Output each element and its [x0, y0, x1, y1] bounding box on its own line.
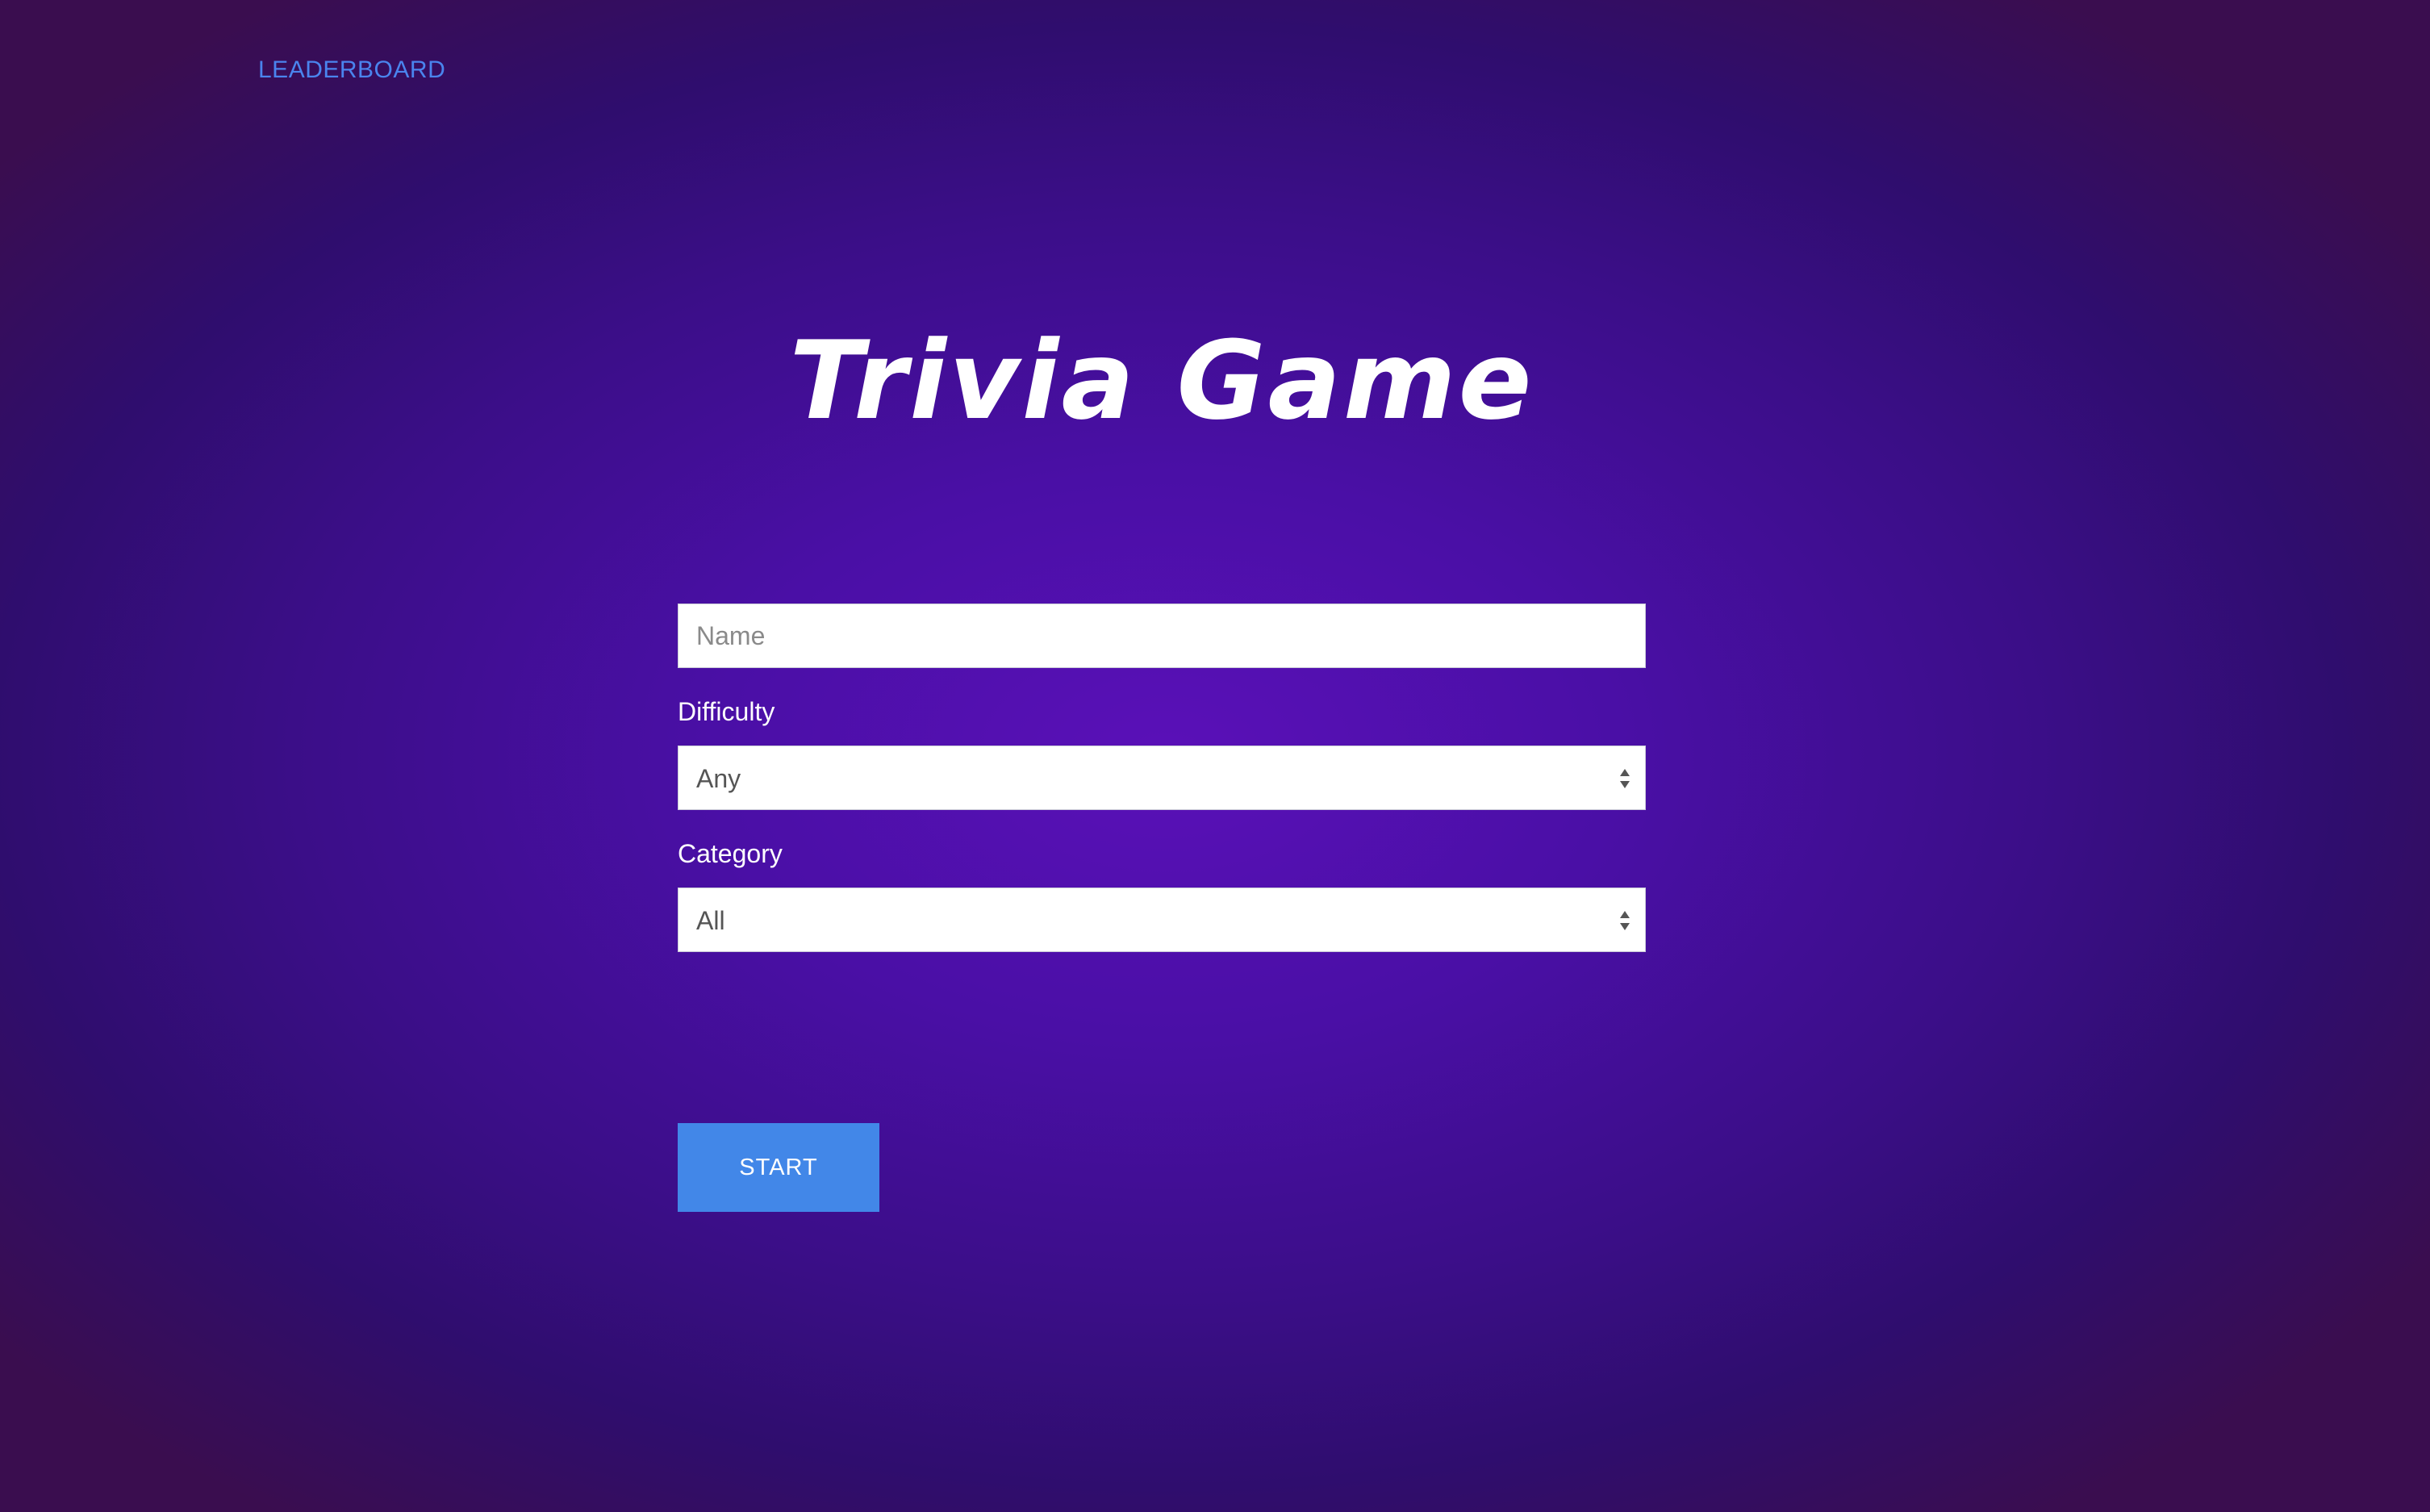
category-label: Category — [678, 839, 783, 868]
leaderboard-link[interactable]: LEADERBOARD — [258, 56, 445, 84]
difficulty-selected-value: Any — [696, 764, 741, 793]
name-input[interactable] — [678, 604, 1646, 668]
page-title: Trivia Game — [789, 318, 1534, 444]
game-setup-form: Difficulty Any Category All — [678, 604, 1646, 952]
updown-arrows-icon — [1620, 911, 1630, 930]
difficulty-label: Difficulty — [678, 697, 775, 726]
category-selected-value: All — [696, 906, 725, 935]
updown-arrows-icon — [1620, 769, 1630, 788]
category-select[interactable]: All — [678, 888, 1646, 952]
difficulty-select[interactable]: Any — [678, 746, 1646, 810]
start-button[interactable]: START — [678, 1123, 879, 1212]
